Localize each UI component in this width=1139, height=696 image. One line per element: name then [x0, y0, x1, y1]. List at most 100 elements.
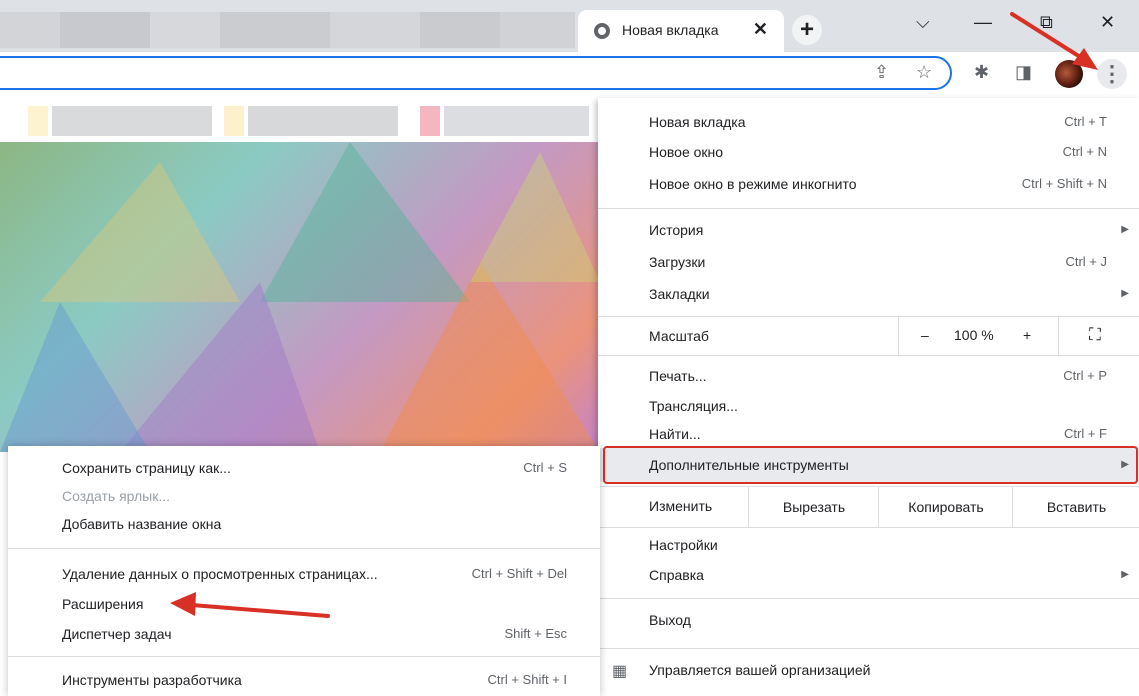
submenu-item-label: Сохранить страницу как...	[62, 460, 231, 476]
bookmark-item[interactable]	[444, 106, 589, 136]
submenu-item-extensions[interactable]: Расширения	[8, 590, 600, 620]
zoom-value: 100 %	[954, 327, 994, 343]
menu-item-label: Новое окно	[649, 144, 724, 160]
menu-item-label: Печать...	[649, 368, 707, 384]
bookmark-star-icon[interactable]: ☆	[916, 62, 932, 83]
more-tools-submenu: Сохранить страницу как... Ctrl + S Созда…	[8, 446, 600, 696]
submenu-item-task-manager[interactable]: Диспетчер задач Shift + Esc	[8, 620, 600, 650]
tab-new-tab[interactable]: Новая вкладка ✕	[578, 10, 784, 52]
building-icon: ▦	[612, 663, 628, 680]
edit-label: Изменить	[649, 498, 713, 514]
menu-item-label: Найти...	[649, 426, 701, 442]
menu-item-shortcut: Ctrl + T	[1064, 114, 1107, 129]
menu-item-help[interactable]: Справка ▶	[598, 561, 1139, 591]
toolbar: ⇪ ☆ ✱ ◨	[0, 52, 1139, 98]
restore-icon[interactable]: ⧉	[1040, 12, 1053, 33]
menu-item-label: Трансляция...	[649, 398, 738, 414]
annotation-highlight-box	[603, 446, 1138, 484]
tab-title: Новая вкладка	[622, 22, 719, 38]
menu-item-exit[interactable]: Выход	[598, 606, 1139, 636]
submenu-item-label: Расширения	[62, 596, 144, 612]
bookmark-item[interactable]	[52, 106, 212, 136]
submenu-item-window-name[interactable]: Добавить название окна	[8, 510, 600, 540]
menu-item-shortcut: Ctrl + P	[1063, 368, 1107, 383]
fullscreen-cell: ⛶	[1058, 317, 1139, 355]
menu-divider	[598, 355, 1139, 356]
fullscreen-icon[interactable]: ⛶	[1089, 325, 1101, 345]
menu-item-incognito[interactable]: Новое окно в режиме инкогнито Ctrl + Shi…	[598, 170, 1139, 200]
menu-item-label: Новая вкладка	[649, 114, 746, 130]
extensions-icon[interactable]: ✱	[974, 62, 989, 83]
zoom-controls: – 100 % +	[898, 317, 1059, 355]
menu-item-label: Выход	[649, 612, 691, 628]
menu-item-label: Настройки	[649, 537, 718, 553]
menu-item-cast[interactable]: Трансляция...	[598, 392, 1139, 422]
submenu-arrow-icon: ▶	[1121, 288, 1129, 299]
menu-divider	[598, 208, 1139, 209]
zoom-in-button[interactable]: +	[1023, 327, 1031, 343]
zoom-out-button[interactable]: –	[921, 327, 929, 343]
bookmarks-bar	[0, 100, 600, 142]
menu-item-label: Закладки	[649, 286, 710, 302]
bookmark-item[interactable]	[420, 106, 440, 136]
menu-divider	[598, 527, 1139, 528]
chrome-favicon-icon	[594, 23, 610, 39]
menu-item-new-tab[interactable]: Новая вкладка Ctrl + T	[598, 108, 1139, 138]
window-close-icon[interactable]: ✕	[1100, 12, 1115, 33]
submenu-item-label: Диспетчер задач	[62, 626, 172, 642]
bookmark-item[interactable]	[248, 106, 398, 136]
menu-item-managed[interactable]: ▦ Управляется вашей организацией	[598, 656, 1139, 686]
menu-item-history[interactable]: История ▶	[598, 216, 1139, 246]
menu-divider	[598, 598, 1139, 599]
submenu-item-label: Удаление данных о просмотренных страница…	[62, 566, 378, 582]
tab-search-icon[interactable]: ⌵	[916, 12, 930, 33]
menu-zoom-row: Масштаб – 100 % + ⛶	[598, 317, 1139, 355]
submenu-item-create-shortcut[interactable]: Создать ярлык...	[8, 482, 600, 512]
menu-item-label: Управляется вашей организацией	[649, 662, 871, 678]
side-panel-icon[interactable]: ◨	[1015, 62, 1032, 83]
new-tab-button[interactable]: +	[792, 15, 822, 45]
menu-item-downloads[interactable]: Загрузки Ctrl + J	[598, 248, 1139, 278]
submenu-item-clear-data[interactable]: Удаление данных о просмотренных страница…	[8, 560, 600, 590]
submenu-arrow-icon: ▶	[1121, 224, 1129, 235]
menu-item-shortcut: Ctrl + F	[1064, 426, 1107, 441]
paste-button[interactable]: Вставить	[1012, 487, 1139, 527]
submenu-item-shortcut: Ctrl + S	[523, 460, 567, 475]
submenu-item-dev-tools[interactable]: Инструменты разработчика Ctrl + Shift + …	[8, 666, 600, 696]
minimize-icon[interactable]: —	[974, 12, 992, 33]
menu-item-shortcut: Ctrl + Shift + N	[1021, 176, 1107, 191]
menu-item-print[interactable]: Печать... Ctrl + P	[598, 362, 1139, 392]
submenu-item-shortcut: Shift + Esc	[504, 626, 568, 641]
submenu-item-save-page[interactable]: Сохранить страницу как... Ctrl + S	[8, 454, 600, 484]
submenu-divider	[8, 548, 600, 549]
menu-item-label: Справка	[649, 567, 704, 583]
blurred-tabs	[0, 12, 575, 48]
submenu-divider	[8, 656, 600, 657]
zoom-label: Масштаб	[649, 328, 709, 344]
menu-item-new-window[interactable]: Новое окно Ctrl + N	[598, 138, 1139, 168]
bookmark-item[interactable]	[28, 106, 48, 136]
bookmark-item[interactable]	[224, 106, 244, 136]
menu-item-settings[interactable]: Настройки	[598, 531, 1139, 561]
chrome-main-menu: Новая вкладка Ctrl + T Новое окно Ctrl +…	[598, 98, 1139, 696]
menu-item-label: История	[649, 222, 704, 238]
address-bar[interactable]	[0, 56, 952, 90]
menu-item-shortcut: Ctrl + N	[1062, 144, 1107, 159]
menu-item-bookmarks[interactable]: Закладки ▶	[598, 280, 1139, 310]
tab-strip: Новая вкладка ✕ + ⌵ — ⧉ ✕	[0, 0, 1139, 52]
chrome-menu-button[interactable]: ⋮	[1097, 59, 1127, 89]
submenu-item-label: Добавить название окна	[62, 516, 222, 532]
menu-item-shortcut: Ctrl + J	[1065, 254, 1107, 269]
menu-item-label: Новое окно в режиме инкогнито	[649, 176, 857, 192]
cut-button[interactable]: Вырезать	[748, 487, 879, 527]
share-icon[interactable]: ⇪	[874, 62, 889, 83]
copy-button[interactable]: Копировать	[878, 487, 1013, 527]
submenu-item-label: Создать ярлык...	[62, 488, 171, 504]
menu-edit-row: Изменить Вырезать Копировать Вставить	[598, 487, 1139, 527]
avatar[interactable]	[1055, 60, 1083, 88]
submenu-item-shortcut: Ctrl + Shift + I	[487, 672, 567, 687]
new-tab-background	[0, 142, 600, 452]
tab-close-icon[interactable]: ✕	[753, 19, 768, 40]
submenu-item-shortcut: Ctrl + Shift + Del	[471, 566, 567, 581]
submenu-arrow-icon: ▶	[1121, 569, 1129, 580]
